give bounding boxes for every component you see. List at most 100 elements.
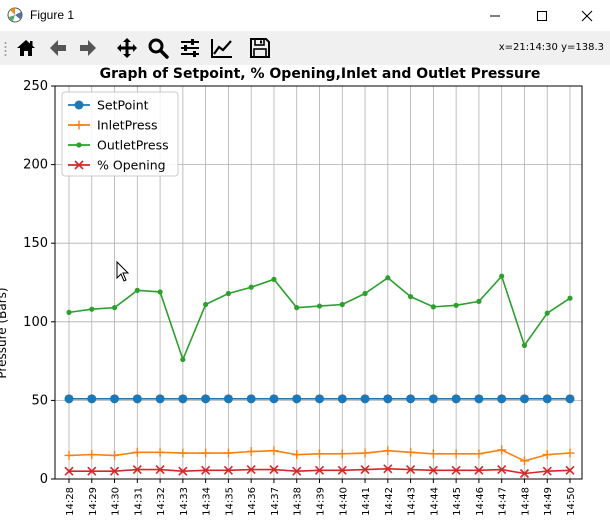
legend-label: InletPress [97, 118, 158, 133]
data-point-setpoint [292, 394, 302, 404]
toolbar-grip [4, 42, 7, 56]
data-point-setpoint [87, 394, 97, 404]
data-point-inletpress [497, 445, 507, 455]
data-point-outletpress [157, 289, 163, 295]
data-point-inletpress [451, 449, 461, 459]
data-point-outletpress [66, 309, 72, 315]
y-tick-label: 150 [23, 236, 48, 251]
x-tick-label: 14:44 [429, 487, 440, 516]
data-point-setpoint [155, 394, 165, 404]
data-point-outletpress [385, 275, 391, 281]
data-point-outletpress [521, 342, 528, 348]
data-point-outletpress [271, 276, 277, 282]
minimize-icon [490, 15, 500, 16]
data-point-setpoint [223, 394, 233, 404]
data-point-setpoint [451, 394, 461, 404]
data-point-outletpress [89, 306, 95, 312]
data-point-inletpress [246, 446, 256, 456]
data-point-outletpress [180, 356, 186, 363]
x-tick-label: 14:49 [543, 487, 554, 516]
x-tick-label: 14:38 [293, 487, 304, 516]
data-point-setpoint [428, 394, 438, 404]
data-point-inletpress [519, 456, 529, 466]
data-point-setpoint [360, 394, 370, 404]
navigation-toolbar: x=21:14:30 y=138.3 [0, 31, 610, 65]
home-button[interactable] [14, 36, 38, 60]
data-point-outletpress [430, 304, 436, 310]
edit-axis-button[interactable] [210, 36, 234, 60]
cursor-coordinates: x=21:14:30 y=138.3 [498, 42, 604, 53]
x-tick-label: 14:35 [224, 487, 235, 516]
data-point-outletpress [453, 302, 459, 308]
data-point-setpoint [64, 394, 74, 404]
data-point-outletpress [544, 310, 550, 316]
legend-label: OutletPress [97, 138, 169, 153]
data-point-outletpress [203, 301, 209, 308]
zoom-button[interactable] [146, 36, 170, 60]
x-tick-label: 14:39 [316, 487, 327, 516]
data-point-setpoint [201, 394, 211, 404]
data-point-inletpress [360, 448, 370, 458]
legend-label: SetPoint [97, 98, 149, 113]
x-tick-label: 14:50 [566, 487, 577, 516]
x-tick-label: 14:46 [475, 487, 486, 516]
data-point-inletpress [315, 449, 324, 459]
data-point-outletpress [339, 301, 345, 308]
back-arrow-icon [50, 40, 66, 56]
zoom-icon [148, 38, 169, 59]
data-point-inletpress [87, 450, 97, 460]
data-point-inletpress [428, 449, 438, 459]
data-point-outletpress [499, 273, 505, 279]
data-point-outletpress [407, 294, 414, 300]
pan-button[interactable] [115, 36, 139, 60]
x-tick-label: 14:36 [247, 487, 258, 516]
data-point-inletpress [223, 448, 233, 458]
pan-icon [117, 38, 137, 58]
y-axis-label: Pressure (Bars) [0, 287, 9, 378]
x-tick-label: 14:48 [520, 487, 531, 516]
save-button[interactable] [248, 36, 272, 60]
matplotlib-icon [7, 7, 23, 23]
edit-axis-icon [211, 39, 232, 58]
data-point-setpoint [246, 394, 256, 404]
y-tick-label: 100 [23, 315, 48, 330]
figure-canvas[interactable]: Graph of Setpoint, % Opening,Inlet and O… [0, 65, 610, 524]
x-tick-label: 14:42 [384, 487, 395, 516]
x-tick-label: 14:37 [270, 487, 281, 516]
legend: SetPoint InletPress OutletPress % Opening [61, 91, 179, 177]
data-point-setpoint [337, 394, 347, 404]
window-titlebar: Figure 1 [0, 0, 610, 31]
line-chart[interactable]: Graph of Setpoint, % Opening,Inlet and O… [0, 65, 610, 524]
data-point-setpoint [406, 394, 416, 404]
data-point-inletpress [64, 450, 74, 460]
x-tick-label: 14:47 [498, 487, 509, 516]
subplots-button[interactable] [178, 36, 202, 60]
data-point-setpoint [519, 394, 529, 404]
data-point-setpoint [497, 394, 507, 404]
back-button[interactable] [46, 36, 70, 60]
data-point-outletpress [294, 305, 300, 311]
minimize-button[interactable] [472, 0, 518, 31]
forward-button[interactable] [76, 36, 100, 60]
data-point-setpoint [269, 394, 279, 404]
data-point-outletpress [225, 290, 232, 297]
data-point-inletpress [155, 447, 165, 457]
x-tick-label: 14:43 [407, 487, 418, 516]
x-tick-label: 14:30 [111, 487, 122, 516]
x-tick-label: 14:34 [202, 487, 213, 516]
data-point-setpoint [110, 394, 120, 404]
y-tick-label: 200 [23, 158, 48, 173]
data-point-setpoint [132, 394, 142, 404]
data-point-inletpress [542, 450, 552, 460]
x-tick-label: 14:45 [452, 487, 463, 516]
maximize-button[interactable] [519, 0, 565, 31]
x-tick-label: 14:31 [133, 487, 144, 516]
data-point-setpoint [474, 394, 484, 404]
x-axis: 14:28 14:29 14:30 14:31 14:32 14:33 14:34 14:35… [65, 479, 577, 516]
close-button[interactable] [564, 0, 610, 31]
legend-marker [76, 142, 82, 148]
data-point-setpoint [542, 394, 552, 404]
x-tick-label: 14:29 [88, 487, 99, 516]
data-point-outletpress [316, 303, 323, 309]
data-point-inletpress [474, 449, 484, 459]
